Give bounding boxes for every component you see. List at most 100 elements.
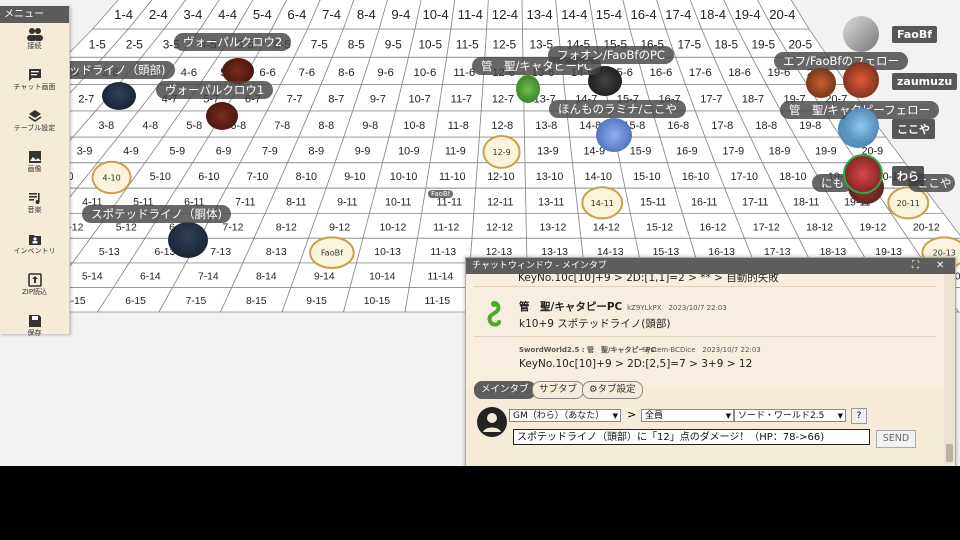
menu-connect[interactable]: 接続 <box>0 27 69 64</box>
menu-title: メニュー <box>0 6 69 23</box>
msg1-meta: kZ9YLkPX 2023/10/7 22:03 <box>627 304 727 312</box>
tag-faobf-pc: フォオン/FaoBfのPC <box>548 46 674 64</box>
tag-rhino-body: スポテッドライノ（胴体) <box>82 205 231 223</box>
tab-settings-button[interactable]: ⚙タブ設定 <box>582 381 643 399</box>
tag-rhino-head: ッドライノ（頭部) <box>60 61 175 79</box>
board-cell-label: 6-6 <box>259 67 275 79</box>
elf-follower-token[interactable] <box>806 68 836 98</box>
wolfclaw1-token[interactable] <box>206 102 238 130</box>
board-cell-label: 11-10 <box>439 171 466 183</box>
board-cell-label: 10-13 <box>374 247 401 258</box>
board-cell-label: 17-11 <box>742 196 768 208</box>
menu-table-settings[interactable]: テーブル設定 <box>0 109 69 146</box>
player-name-faobf[interactable]: FaoBf <box>892 26 938 43</box>
board-cell-label: 17-4 <box>665 7 691 22</box>
log-divider <box>474 286 936 287</box>
board-cell-label: 13-8 <box>535 120 557 132</box>
rhino-head-token[interactable] <box>102 82 136 110</box>
board-cell-label: 13-10 <box>536 171 563 183</box>
board-cell-label: 11-12 <box>433 221 459 233</box>
board-cell-label: 15-11 <box>640 196 666 208</box>
board-cell-label: 7-7 <box>287 94 303 106</box>
board-cell-label: 8-4 <box>357 7 376 22</box>
board-cell-label: 18-4 <box>700 7 726 22</box>
board-cell-label: 19-4 <box>734 7 760 22</box>
menu-image-label: 画像 <box>27 165 42 173</box>
chat-window[interactable]: チャットウィンドウ - メインタブ ⛶ ✕ KeyNo.10c[10]+9 > … <box>465 257 956 466</box>
chat-scrollbar[interactable] <box>944 274 955 464</box>
chat-scroll-thumb[interactable] <box>946 444 953 462</box>
system-value: ソード・ワールド2.5 <box>738 411 825 421</box>
people-icon <box>26 28 43 41</box>
chat-input[interactable]: スポテッドライノ（頭部）に「12」点のダメージ！（HP：78->66) <box>513 429 870 445</box>
msg1-name: 管 聖/キャタピーPC <box>519 301 623 313</box>
board-cell-label: 7-12 <box>222 221 243 233</box>
msg2-name: SwordWorld2.5 : 管 聖/キャタピーPC <box>519 346 656 354</box>
lamina-token[interactable] <box>596 118 632 152</box>
send-button[interactable]: SEND <box>876 430 916 448</box>
board-cell-label: 8-12 <box>276 221 297 233</box>
board-cell-label: 18-9 <box>769 146 791 158</box>
tab-sub[interactable]: サブタブ <box>532 381 585 399</box>
folder-person-icon <box>28 235 41 245</box>
maximize-icon[interactable]: ⛶ <box>912 258 919 274</box>
menu-save[interactable]: 保存 <box>0 314 69 351</box>
board-cell-label: 9-5 <box>385 37 402 51</box>
board-cell-label: 3-9 <box>77 146 93 158</box>
board-cell-label: 4-4 <box>218 7 237 22</box>
board-cell-label: 5-4 <box>253 7 272 22</box>
board-cell-label: 10-11 <box>385 196 411 208</box>
chevron-down-icon: ▼ <box>612 412 618 420</box>
menu-music[interactable]: 音楽 <box>0 191 69 228</box>
player-avatar-wara[interactable] <box>843 154 883 194</box>
chat-title-bar[interactable]: チャットウィンドウ - メインタブ ⛶ ✕ <box>466 258 955 274</box>
target-select[interactable]: 全員 ▼ <box>641 409 734 422</box>
target-arrow: > <box>627 408 637 421</box>
tag-wolfclaw2: ヴォーパルクロウ2 <box>174 33 292 51</box>
board-cell-label: 12-12 <box>486 221 513 233</box>
board-cell-label: 8-9 <box>308 146 324 158</box>
chat-log[interactable]: KeyNo.10c[10]+9 > 2D:[1,1]=2 > ** > 自動的失… <box>466 274 944 387</box>
board-cell-label: 19-12 <box>859 221 886 233</box>
board-cell-label: 18-12 <box>806 221 833 233</box>
upload-icon <box>27 273 42 287</box>
board-cell-label: 16-11 <box>691 196 717 208</box>
board-cell-label: 15-10 <box>633 171 660 183</box>
board-cell-label: 16-8 <box>667 120 689 132</box>
board-cell-label: 11-13 <box>430 247 456 258</box>
player-name-kokoya[interactable]: ここや <box>892 119 935 139</box>
board-cell-label: 9-10 <box>344 171 365 183</box>
menu-chat[interactable]: チャット画面 <box>0 68 69 105</box>
menu-image[interactable]: 画像 <box>0 150 69 187</box>
kanri-pc-token[interactable] <box>516 75 540 103</box>
sender-select[interactable]: GM（わら）（あなた） ▼ <box>509 409 621 422</box>
player-name-zaumuzu[interactable]: zaumuzu <box>892 73 958 90</box>
side-menu: メニュー 接続 チャット画面 テーブル設定 画像 音楽 インベントリ ZIP読込 <box>0 6 70 337</box>
tag-lamina: ほんものラミナ/ここや <box>549 100 686 118</box>
board-cell-label: 12-10 <box>487 171 514 183</box>
board-cell-label: 7-15 <box>186 296 207 307</box>
system-select[interactable]: ソード・ワールド2.5 ▼ <box>734 409 846 422</box>
board-cell-label: 3-8 <box>98 120 114 132</box>
player-avatar-faobf[interactable] <box>843 16 879 52</box>
board-cell-label: 13-4 <box>526 7 552 22</box>
board-cell-label: 9-11 <box>337 196 358 208</box>
player-name-wara[interactable]: わら <box>892 166 924 186</box>
save-icon <box>28 315 41 327</box>
menu-inventory[interactable]: インベントリ <box>0 232 69 269</box>
board-cell-label: 16-12 <box>699 221 726 233</box>
board-cell-label: 5-10 <box>150 171 171 183</box>
help-button[interactable]: ? <box>851 408 867 424</box>
rhino-body-token[interactable] <box>168 222 208 258</box>
player-avatar-kokoya[interactable] <box>843 108 879 144</box>
menu-zip-load-label: ZIP読込 <box>21 288 48 296</box>
tab-main[interactable]: メインタブ <box>474 381 536 399</box>
board-cell-label: 5-13 <box>99 247 120 258</box>
menu-zip-load[interactable]: ZIP読込 <box>0 273 69 310</box>
board-cell-label: 10-10 <box>390 171 417 183</box>
board-cell-label: 11-14 <box>428 272 454 283</box>
close-icon[interactable]: ✕ <box>936 258 944 274</box>
board-cell-label: 12-11 <box>487 196 513 208</box>
board-cell-label: 2-5 <box>126 37 143 51</box>
player-avatar-zaumuzu[interactable] <box>843 62 879 98</box>
